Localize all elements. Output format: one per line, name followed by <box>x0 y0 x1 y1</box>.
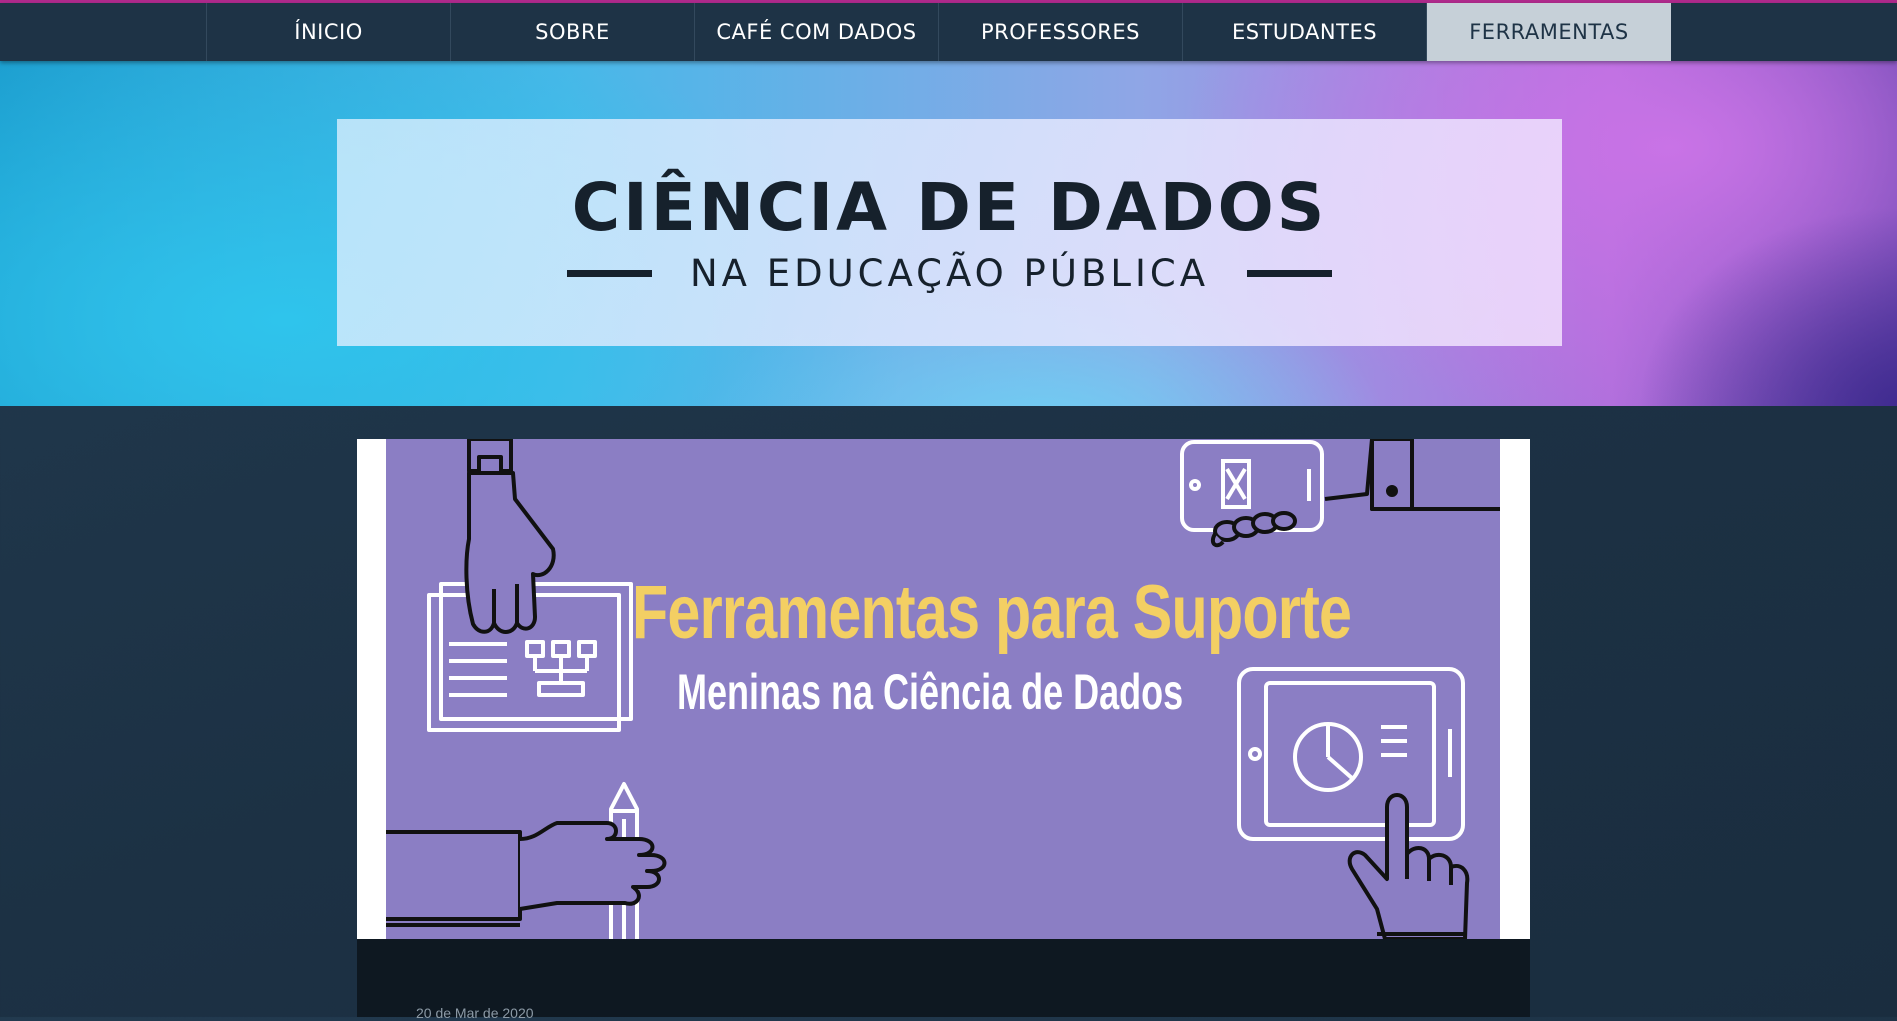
nav-item-sobre[interactable]: SOBRE <box>451 3 695 61</box>
nav-item-inicio[interactable]: ÍNICIO <box>207 3 451 61</box>
nav-item-cafe-com-dados[interactable]: CAFÉ COM DADOS <box>695 3 939 61</box>
blog-post-card[interactable]: Ferramentas para Suporte Meninas na Ciên… <box>357 439 1530 1021</box>
post-date: 20 de Mar de 2020 <box>416 1005 534 1021</box>
site-subtitle: NA EDUCAÇÃO PÚBLICA <box>689 252 1210 295</box>
site-title-box[interactable]: CIÊNCIA DE DADOS NA EDUCAÇÃO PÚBLICA <box>337 119 1562 346</box>
nav-item-estudantes[interactable]: ESTUDANTES <box>1183 3 1427 61</box>
nav-item-professores[interactable]: PROFESSORES <box>939 3 1183 61</box>
subtitle-right-rule <box>1247 270 1333 277</box>
main-menu: ÍNICIO SOBRE CAFÉ COM DADOS PROFESSORES … <box>206 3 1671 61</box>
post-info-panel: 20 de Mar de 2020 <box>357 939 1530 1021</box>
post-cover-image[interactable]: Ferramentas para Suporte Meninas na Ciên… <box>357 439 1530 939</box>
cover-right-margin <box>1500 439 1530 939</box>
cover-image-title: Ferramentas para Suporte <box>632 570 1352 655</box>
nav-item-ferramentas[interactable]: FERRAMENTAS <box>1427 3 1671 61</box>
hero-corner-shade <box>1637 206 1897 406</box>
hero-banner: CIÊNCIA DE DADOS NA EDUCAÇÃO PÚBLICA <box>0 61 1897 406</box>
subtitle-left-rule <box>566 270 652 277</box>
site-subtitle-row: NA EDUCAÇÃO PÚBLICA <box>337 252 1562 295</box>
cover-image-subtitle: Meninas na Ciência de Dados <box>677 664 1184 720</box>
cover-left-margin <box>357 439 386 939</box>
phone-icon <box>1180 440 1324 532</box>
site-title: CIÊNCIA DE DADOS <box>571 169 1328 246</box>
top-navigation-bar: ÍNICIO SOBRE CAFÉ COM DADOS PROFESSORES … <box>0 3 1897 61</box>
